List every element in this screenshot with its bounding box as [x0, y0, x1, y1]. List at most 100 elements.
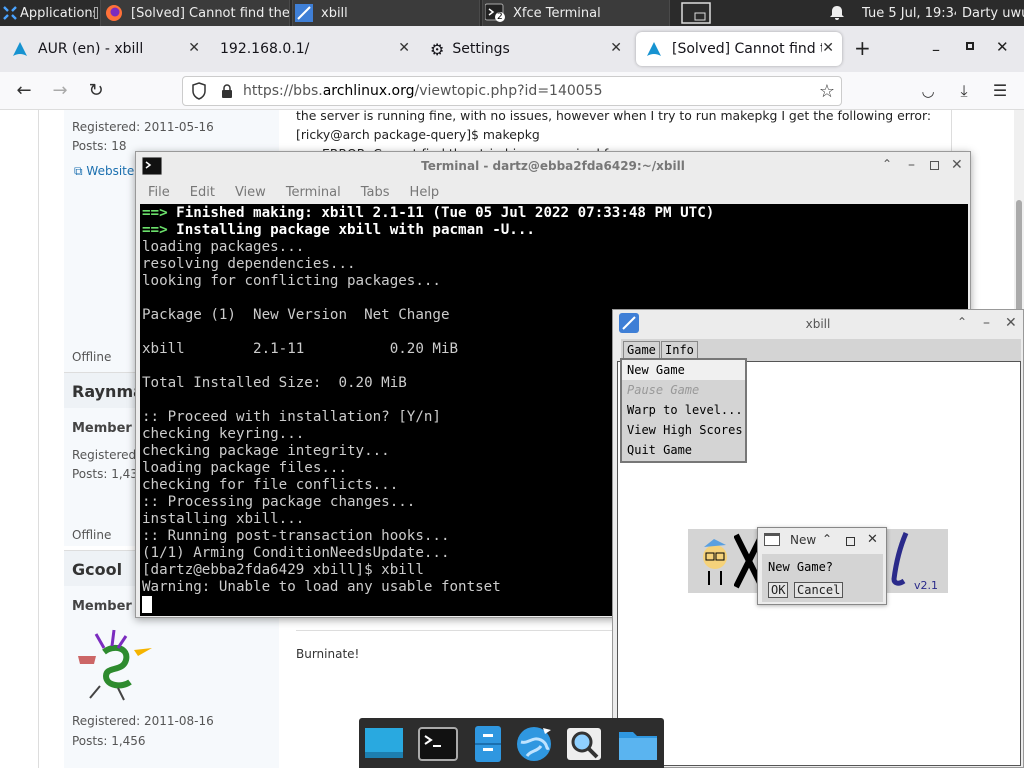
user-name[interactable]: Raynman: [72, 382, 138, 401]
user-registered: Registered: 2011-08-16: [72, 714, 214, 728]
window-shade-icon[interactable]: ⌃: [882, 157, 892, 171]
game-dropdown-menu: New Game Pause Game Warp to level... Vie…: [620, 358, 747, 463]
window-shade-icon[interactable]: ⌃: [822, 532, 832, 546]
task-count-badge: 2: [495, 12, 505, 22]
terminal-menubar: File Edit View Terminal Tabs Help: [136, 180, 970, 204]
bell-icon: [830, 6, 844, 20]
tab-router[interactable]: 192.168.0.1/ ✕: [210, 32, 418, 66]
user-name[interactable]: Gcool: [72, 560, 122, 579]
new-game-dialog[interactable]: New ⌃ ✕ New Game? OK Cancel: [757, 527, 887, 605]
close-tab-icon[interactable]: ✕: [822, 40, 834, 56]
l-letter-icon: [891, 532, 909, 586]
close-window-button[interactable]: ✕: [951, 157, 963, 173]
downloads-icon[interactable]: ⤓: [954, 81, 974, 101]
close-window-button[interactable]: ✕: [867, 532, 878, 547]
menu-item-new-game[interactable]: New Game: [622, 360, 745, 380]
dialog-title: New: [790, 533, 817, 547]
url-bar[interactable]: https://bbs. archlinux.org/viewtopic.php?…: [182, 76, 842, 106]
panel-user[interactable]: Darty uwu: [962, 0, 1024, 26]
url-path: /viewtopic.php?id=140055: [414, 83, 603, 99]
url-prefix: https://bbs.: [243, 83, 323, 99]
shield-icon: [192, 82, 206, 100]
user-registered: Registered: 2011-05-16: [72, 120, 214, 134]
window-title: Terminal - dartz@ebba2fda6429:~/xbill: [421, 159, 685, 173]
user-posts: Posts: 1,437: [72, 467, 138, 481]
panel-clock[interactable]: Tue 5 Jul, 19:34: [862, 0, 956, 26]
user-registered: Registered: 2: [72, 448, 138, 462]
back-arrow-icon[interactable]: ←: [14, 81, 34, 101]
lock-icon: [222, 84, 232, 98]
menu-item-high-scores[interactable]: View High Scores: [622, 420, 745, 440]
pocket-icon[interactable]: ◡: [918, 81, 938, 101]
terminal-icon: [418, 727, 458, 761]
tab-aur-xbill[interactable]: AUR (en) - xbill ✕: [2, 32, 208, 66]
window-shade-icon[interactable]: ⌃: [957, 315, 967, 329]
dock-show-desktop[interactable]: [363, 724, 405, 764]
close-tab-icon[interactable]: ✕: [188, 40, 200, 56]
forward-arrow-icon[interactable]: →: [50, 81, 70, 101]
post-code: [ricky@arch package-query]$ makepkg: [296, 127, 540, 142]
task-label: Xfce Terminal: [513, 5, 601, 21]
menu-item-warp-level[interactable]: Warp to level...: [622, 400, 745, 420]
browser-nav-bar: ← → ↻ https://bbs. archlinux.org/viewtopi…: [0, 72, 1024, 110]
workspace-icon: [681, 2, 711, 24]
workspace-switcher[interactable]: [680, 0, 712, 26]
cancel-button[interactable]: Cancel: [794, 582, 844, 598]
menu-help[interactable]: Help: [410, 185, 440, 200]
user-posts: Posts: 1,456: [72, 734, 146, 748]
tab-solved-thread[interactable]: [Solved] Cannot find the st ✕: [636, 32, 842, 66]
bookmark-star-icon[interactable]: ☆: [819, 81, 835, 102]
ok-button[interactable]: OK: [768, 582, 789, 598]
task-firefox[interactable]: [Solved] Cannot find the st...: [100, 0, 290, 26]
applications-menu-button[interactable]: Applications: [2, 0, 94, 26]
dock-terminal[interactable]: [417, 724, 459, 764]
task-terminal[interactable]: 2 Xfce Terminal: [482, 0, 670, 26]
dock-folder[interactable]: [617, 724, 659, 764]
user-avatar: [78, 629, 152, 701]
post-divider: [296, 630, 612, 631]
bill-character-icon: [703, 539, 727, 585]
menu-file[interactable]: File: [148, 185, 170, 200]
tab-label: 192.168.0.1/: [220, 41, 310, 57]
reload-icon[interactable]: ↻: [86, 81, 106, 101]
dock-file-manager[interactable]: [467, 724, 509, 764]
arch-logo-icon: [13, 42, 27, 56]
tab-settings[interactable]: ⚙ Settings ✕: [420, 32, 630, 66]
dock-search[interactable]: [563, 724, 605, 764]
close-window-button[interactable]: ✕: [1005, 315, 1017, 331]
task-label: xbill: [321, 5, 348, 21]
user-status: Offline: [72, 528, 112, 542]
new-tab-button[interactable]: +: [854, 38, 871, 58]
maximize-window-button[interactable]: [966, 42, 974, 50]
maximize-window-button[interactable]: [846, 537, 855, 546]
notifications-button[interactable]: [830, 0, 850, 26]
user-status: Offline: [72, 350, 112, 364]
close-window-button[interactable]: ✕: [996, 38, 1009, 56]
user-role: Member: [72, 421, 132, 436]
menu-hamburger-icon[interactable]: ☰: [990, 81, 1010, 101]
maximize-window-button[interactable]: [930, 161, 939, 170]
post-signature: Burninate!: [296, 647, 360, 661]
menu-game[interactable]: Game: [623, 341, 660, 359]
user-website-link[interactable]: ⧉ Website: [74, 164, 134, 179]
menu-terminal[interactable]: Terminal: [286, 185, 341, 200]
close-tab-icon[interactable]: ✕: [398, 40, 410, 56]
minimize-window-button[interactable]: –: [908, 157, 915, 173]
menu-view[interactable]: View: [235, 185, 266, 200]
menu-item-quit-game[interactable]: Quit Game: [622, 440, 745, 460]
dock-browser[interactable]: [513, 724, 555, 764]
dialog-message: New Game?: [768, 560, 834, 574]
menu-tabs[interactable]: Tabs: [361, 185, 390, 200]
task-label: [Solved] Cannot find the st...: [131, 5, 290, 21]
terminal-cursor: [142, 596, 152, 613]
minimize-window-button[interactable]: –: [932, 40, 940, 59]
menu-edit[interactable]: Edit: [190, 185, 215, 200]
minimize-window-button[interactable]: –: [983, 315, 990, 331]
post-text: the server is running fine, with no issu…: [296, 108, 932, 123]
task-xbill[interactable]: xbill: [292, 0, 480, 26]
xbill-icon: [619, 313, 639, 333]
close-tab-icon[interactable]: ✕: [610, 40, 622, 56]
gear-icon: ⚙: [430, 39, 445, 59]
menu-info[interactable]: Info: [661, 341, 698, 359]
terminal-line: loading packages...: [142, 239, 305, 255]
